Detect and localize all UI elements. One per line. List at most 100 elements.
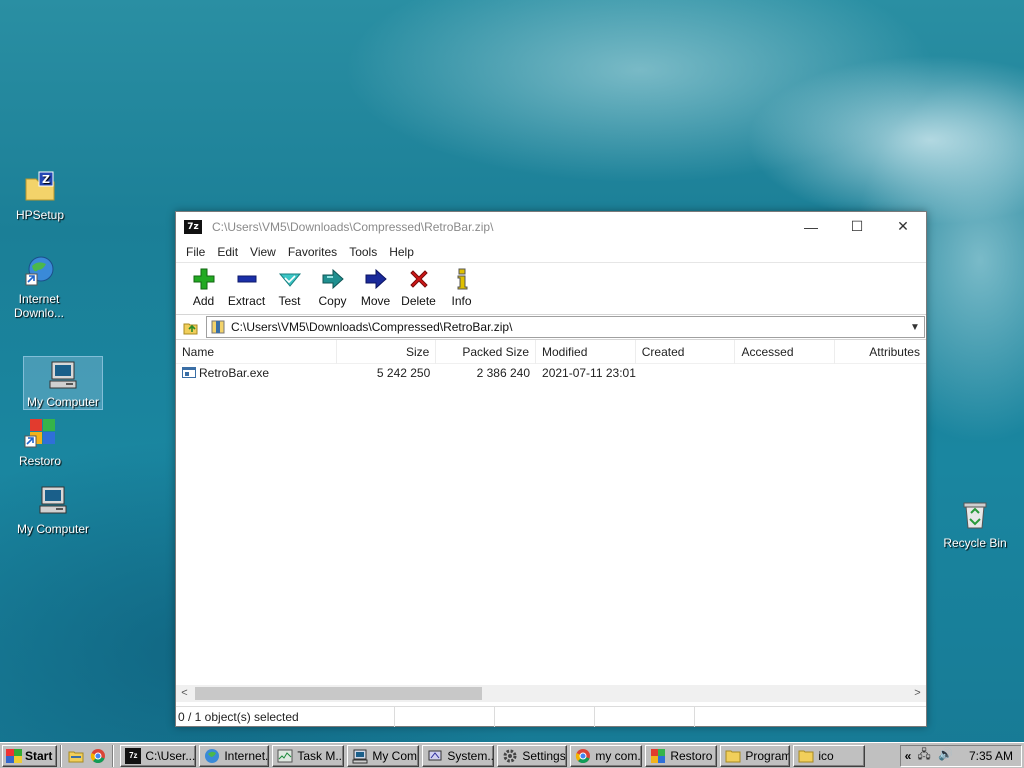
column-header-modified[interactable]: Modified (536, 340, 636, 364)
horizontal-scrollbar[interactable]: < > (176, 685, 926, 702)
show-hidden-icons-button[interactable]: « (905, 749, 912, 763)
move-button[interactable]: Move (354, 267, 397, 308)
column-header-created[interactable]: Created (636, 340, 736, 364)
scroll-right-icon[interactable]: > (909, 685, 926, 702)
column-header-name[interactable]: Name (176, 340, 337, 364)
window-title: C:\Users\VM5\Downloads\Compressed\RetroB… (212, 219, 494, 234)
desktop-icon-label: HPSetup (15, 208, 65, 222)
desktop-icon-hpsetup[interactable]: Z HPSetup (0, 170, 80, 222)
restoro-icon (651, 748, 666, 763)
file-list: Name Size Packed Size Modified Created A… (176, 340, 926, 689)
taskbar-button-internet[interactable]: Internet... (199, 744, 270, 767)
system-tray: « 🖧 🔊 7:35 AM (899, 744, 1022, 767)
clock[interactable]: 7:35 AM (969, 749, 1013, 763)
desktop-icon-label: Recycle Bin (943, 536, 1007, 550)
taskbar-button-label: Restoro (670, 748, 713, 763)
taskbar-button-label: Settings (522, 748, 566, 763)
taskbar-button-label: Programs (745, 748, 789, 763)
maximize-button[interactable]: ☐ (834, 212, 880, 241)
scroll-left-icon[interactable]: < (176, 685, 193, 702)
gear-icon (503, 749, 517, 762)
menu-favorites[interactable]: Favorites (282, 245, 343, 259)
scroll-track[interactable] (193, 686, 909, 701)
file-size-cell: 5 242 250 (376, 366, 431, 380)
address-bar: C:\Users\VM5\Downloads\Compressed\RetroB… (176, 315, 926, 340)
taskbar-button-task-manager[interactable]: Task M... (272, 744, 345, 767)
menu-help[interactable]: Help (383, 245, 420, 259)
status-cell-3 (495, 706, 595, 727)
file-explorer-icon[interactable] (68, 748, 84, 764)
taskbar: Start 7z C:\User... Internet... Task M..… (0, 742, 1024, 768)
desktop-icon-label: Internet Downlo... (13, 292, 65, 320)
chevron-down-icon[interactable]: ▼ (906, 322, 924, 333)
computer-icon (49, 361, 77, 389)
taskbar-button-restoro[interactable]: Restoro (645, 744, 718, 767)
start-button[interactable]: Start (2, 744, 58, 767)
taskbar-button-chrome[interactable]: my com... (570, 744, 643, 767)
menu-tools[interactable]: Tools (343, 245, 383, 259)
move-arrow-icon (365, 268, 387, 290)
taskbar-separator (112, 744, 115, 767)
table-row[interactable]: RetroBar.exe 5 242 250 2 386 240 2021-07… (176, 364, 926, 383)
file-accessed-cell (735, 364, 835, 383)
menu-edit[interactable]: Edit (211, 245, 244, 259)
computer-icon (352, 749, 368, 763)
minus-icon (237, 275, 256, 283)
delete-button[interactable]: Delete (397, 267, 440, 308)
check-arrow-icon (278, 273, 301, 287)
test-label: Test (278, 294, 301, 308)
scroll-thumb[interactable] (195, 687, 482, 700)
taskbar-button-settings[interactable]: Settings (497, 744, 568, 767)
test-button[interactable]: Test (268, 267, 311, 308)
title-bar[interactable]: 7z C:\Users\VM5\Downloads\Compressed\Ret… (176, 212, 926, 241)
column-header-accessed[interactable]: Accessed (735, 340, 836, 364)
up-folder-icon (183, 323, 198, 335)
status-selected-count: 0 / 1 object(s) selected (176, 706, 395, 727)
desktop-icon-internet-download[interactable]: Internet Downlo... (0, 254, 78, 320)
close-button[interactable]: ✕ (880, 212, 926, 241)
menu-view[interactable]: View (244, 245, 282, 259)
extract-button[interactable]: Extract (225, 267, 268, 308)
menu-file[interactable]: File (180, 245, 211, 259)
add-button[interactable]: Add (182, 267, 225, 308)
internet-download-icon (205, 748, 220, 763)
taskbar-button-my-computer[interactable]: My Com... (347, 744, 420, 767)
address-field[interactable]: C:\Users\VM5\Downloads\Compressed\RetroB… (206, 316, 925, 338)
up-folder-button[interactable] (176, 315, 206, 339)
info-label: Info (451, 294, 472, 308)
taskbar-button-system[interactable]: System... (422, 744, 495, 767)
column-header-packed-size[interactable]: Packed Size (436, 340, 537, 364)
taskbar-button-ico[interactable]: ico (793, 744, 866, 767)
task-manager-icon (277, 749, 293, 762)
file-created-cell (636, 364, 736, 383)
taskbar-button-programs[interactable]: Programs (720, 744, 791, 767)
column-headers: Name Size Packed Size Modified Created A… (176, 340, 926, 364)
taskbar-button-7zip[interactable]: 7z C:\User... (120, 744, 197, 767)
desktop-icon-restoro[interactable]: Restoro (0, 416, 80, 468)
internet-download-icon (25, 256, 54, 286)
minimize-button[interactable]: — (788, 212, 834, 241)
file-name-cell: RetroBar.exe (176, 364, 337, 383)
column-header-attributes[interactable]: Attributes (835, 340, 926, 364)
network-volume-icons[interactable]: 🖧 🔊 (917, 745, 955, 766)
column-header-size[interactable]: Size (337, 340, 437, 364)
menu-bar: File Edit View Favorites Tools Help (176, 241, 926, 263)
plus-icon (193, 268, 214, 290)
file-name: RetroBar.exe (199, 366, 270, 380)
desktop-icon-label: Restoro (18, 454, 62, 468)
copy-arrow-icon (322, 268, 344, 290)
status-cell-4 (595, 706, 695, 727)
taskbar-button-label: My Com... (372, 748, 418, 763)
taskbar-button-label: Task M... (297, 748, 345, 763)
taskbar-button-label: System... (447, 748, 495, 763)
info-button[interactable]: Info (440, 267, 483, 308)
taskbar-button-label: my com... (595, 748, 643, 763)
desktop-icon-recycle-bin[interactable]: Recycle Bin (935, 498, 1015, 550)
taskbar-button-label: ico (818, 748, 834, 763)
chrome-icon[interactable] (90, 748, 106, 764)
desktop-icon-my-computer[interactable]: My Computer (13, 484, 93, 536)
desktop-icon-my-computer-selected[interactable]: My Computer (23, 356, 103, 410)
file-packed-size-cell: 2 386 240 (476, 366, 531, 380)
copy-button[interactable]: Copy (311, 267, 354, 308)
taskbar-button-label: C:\User... (145, 748, 196, 763)
